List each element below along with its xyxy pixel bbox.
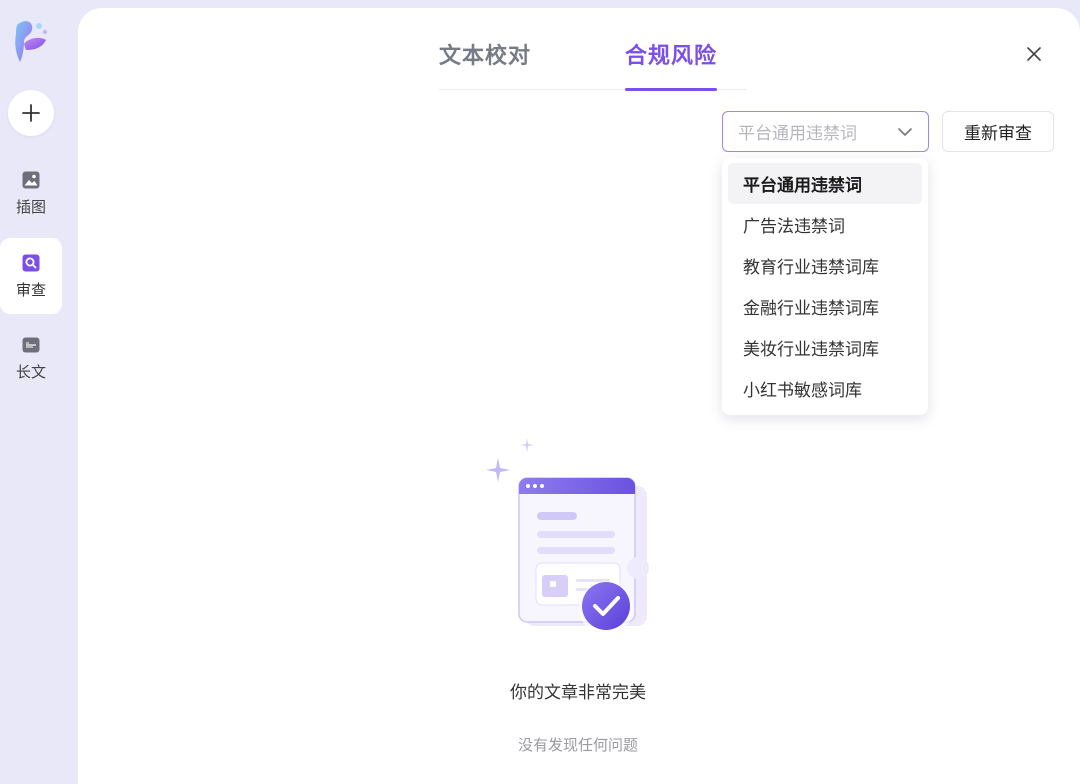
app-logo-icon[interactable] bbox=[12, 18, 52, 64]
sidebar-item-long-article[interactable]: 长文 bbox=[0, 320, 62, 396]
dropdown-option[interactable]: 小红书敏感词库 bbox=[728, 368, 922, 409]
review-panel: 文本校对 合规风险 平台通用违禁词 重新审查 平台通用违禁词 广告法违禁词 教育… bbox=[78, 8, 1080, 784]
wordlist-select-value: 平台通用违禁词 bbox=[738, 124, 857, 144]
wordlist-select[interactable]: 平台通用违禁词 bbox=[722, 111, 929, 152]
image-icon bbox=[21, 170, 41, 190]
tab-text-proofreading[interactable]: 文本校对 bbox=[439, 38, 531, 90]
plus-icon bbox=[22, 104, 40, 122]
new-button[interactable] bbox=[8, 90, 54, 136]
sidebar: 插图 审查 长文 bbox=[0, 0, 78, 784]
dropdown-option[interactable]: 教育行业违禁词库 bbox=[728, 245, 922, 286]
sidebar-item-label: 插图 bbox=[15, 197, 46, 216]
dropdown-option[interactable]: 广告法违禁词 bbox=[728, 204, 922, 245]
sidebar-item-label: 长文 bbox=[15, 362, 46, 381]
wordlist-dropdown-menu: 平台通用违禁词 广告法违禁词 教育行业违禁词库 金融行业违禁词库 美妆行业违禁词… bbox=[722, 158, 928, 415]
empty-state-title: 你的文章非常完美 bbox=[510, 683, 646, 703]
long-article-icon bbox=[21, 335, 41, 355]
sidebar-item-label: 审查 bbox=[15, 280, 46, 299]
dropdown-option[interactable]: 金融行业违禁词库 bbox=[728, 286, 922, 327]
tab-compliance-risk[interactable]: 合规风险 bbox=[625, 38, 718, 91]
document-check-illustration-icon bbox=[486, 438, 649, 632]
sidebar-item-illustration[interactable]: 插图 bbox=[0, 155, 62, 231]
recheck-button[interactable]: 重新审查 bbox=[942, 111, 1054, 152]
close-icon bbox=[1027, 47, 1041, 61]
chevron-down-icon bbox=[898, 127, 912, 136]
review-search-icon bbox=[21, 253, 41, 273]
dropdown-option[interactable]: 平台通用违禁词 bbox=[728, 163, 922, 204]
empty-state-subtitle: 没有发现任何问题 bbox=[517, 736, 638, 754]
dropdown-option[interactable]: 美妆行业违禁词库 bbox=[728, 327, 922, 368]
tab-bar: 文本校对 合规风险 bbox=[439, 34, 746, 91]
close-button[interactable] bbox=[1024, 44, 1044, 64]
sidebar-item-review[interactable]: 审查 bbox=[0, 238, 62, 314]
